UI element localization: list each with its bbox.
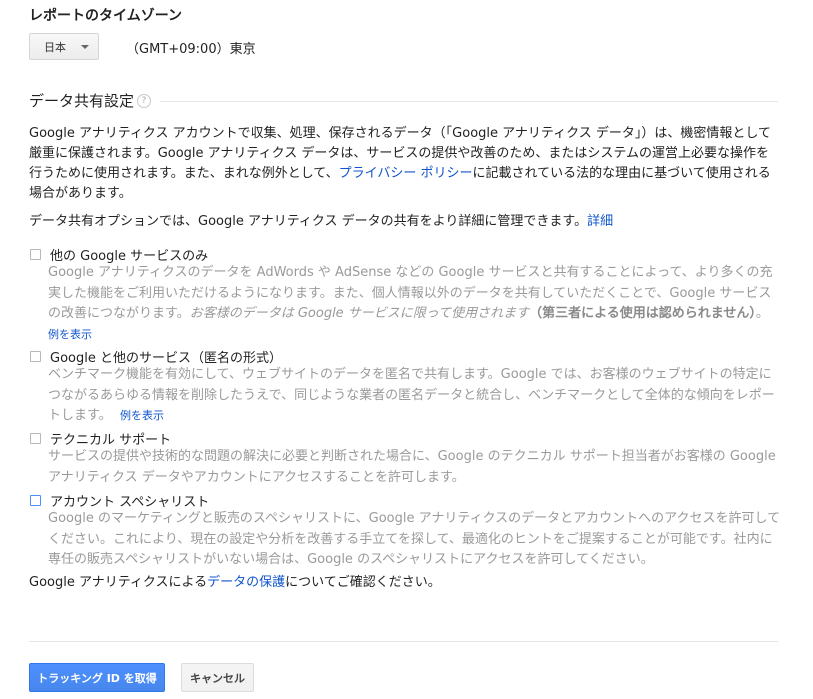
privacy-policy-link[interactable]: プライバシー ポリシー xyxy=(339,166,473,181)
option-desc-end: 。 xyxy=(755,306,769,321)
data-sharing-heading: データ共有設定 xyxy=(29,92,135,110)
timezone-heading: レポートのタイムゾーン xyxy=(29,8,183,24)
option-title-technical-support: テクニカル サポート xyxy=(50,433,172,448)
data-protection-post: についてご確認ください。 xyxy=(285,575,441,590)
options-intro-text: データ共有オプションでは、Google アナリティクス データの共有をより詳細に… xyxy=(29,214,588,229)
option-desc-account-specialist: Google のマーケティングと販売のスペシャリストに、Google アナリティ… xyxy=(48,511,781,567)
section-divider xyxy=(160,101,778,102)
timezone-value: （GMT+09:00）東京 xyxy=(126,42,256,57)
option-desc-other-google-services: Google アナリティクスのデータを AdWords や AdSense など… xyxy=(48,263,783,325)
get-tracking-id-button[interactable]: トラッキング ID を取得 xyxy=(29,663,165,692)
country-select[interactable]: 日本 xyxy=(29,33,99,60)
data-protection-pre: Google アナリティクスによる xyxy=(29,575,208,590)
options-intro: データ共有オプションでは、Google アナリティクス データの共有をより詳細に… xyxy=(29,212,781,232)
option-title-other-google-services: 他の Google サービスのみ xyxy=(50,249,209,264)
country-select-value: 日本 xyxy=(44,40,66,54)
cancel-button[interactable]: キャンセル xyxy=(181,663,254,692)
help-icon[interactable]: ? xyxy=(137,94,151,108)
option-title-google-and-others: Google と他のサービス（匿名の形式） xyxy=(50,351,282,366)
option-desc-technical-support: サービスの提供や技術的な問題の解決に必要と判断された場合に、Google のテク… xyxy=(48,449,776,485)
checkbox-google-and-others[interactable] xyxy=(30,351,41,362)
checkbox-technical-support[interactable] xyxy=(30,433,41,444)
learn-more-link[interactable]: 詳細 xyxy=(587,214,613,229)
show-example-link[interactable]: 例を表示 xyxy=(120,409,164,422)
checkbox-other-google-services[interactable] xyxy=(30,249,41,260)
option-desc-bold: （第三者による使用は認められません） xyxy=(529,306,756,321)
data-protection-note: Google アナリティクスによるデータの保護についてご確認ください。 xyxy=(29,573,781,593)
show-example-link[interactable]: 例を表示 xyxy=(48,326,92,342)
option-desc-italic: お客様のデータは Google サービスに限って使用されます xyxy=(189,306,530,321)
checkbox-account-specialist[interactable] xyxy=(30,495,41,506)
option-desc-google-and-others: ベンチマーク機能を有効にして、ウェブサイトのデータを匿名で共有します。Googl… xyxy=(48,365,783,427)
data-protection-link[interactable]: データの保護 xyxy=(207,575,285,590)
data-sharing-intro: Google アナリティクス アカウントで収集、処理、保存されるデータ（「Goo… xyxy=(29,124,781,204)
option-title-account-specialist: アカウント スペシャリスト xyxy=(50,495,210,510)
chevron-down-icon xyxy=(81,45,89,49)
footer-divider xyxy=(29,641,778,642)
